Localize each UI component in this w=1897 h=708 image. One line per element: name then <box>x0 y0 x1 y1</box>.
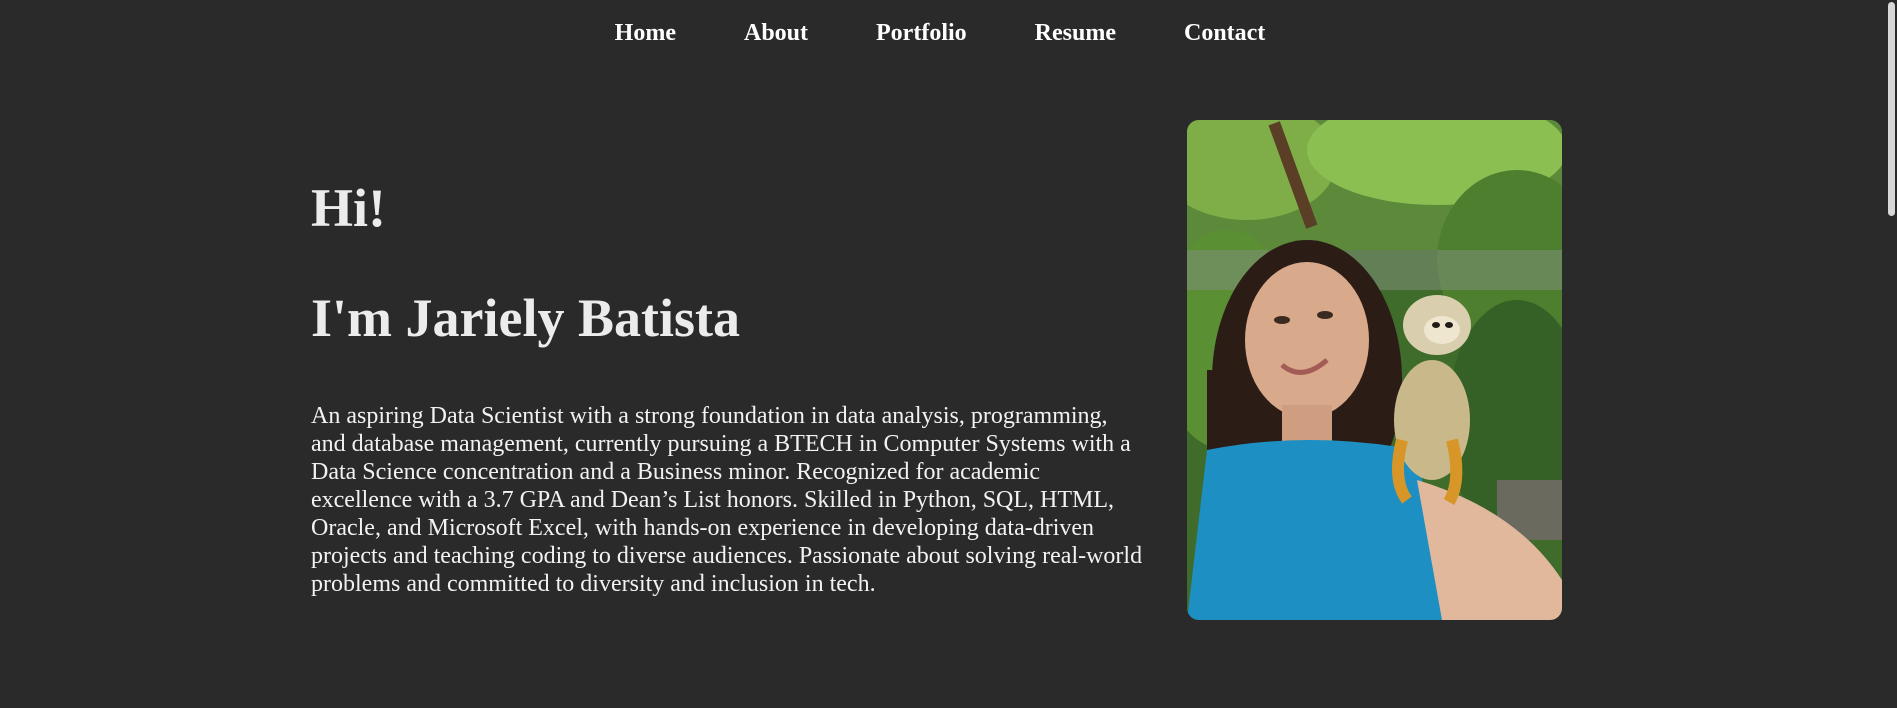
top-navigation: Home About Portfolio Resume Contact <box>0 14 1880 52</box>
nav-link-about[interactable]: About <box>744 14 808 52</box>
greeting-heading: Hi! <box>311 178 386 238</box>
page: Home About Portfolio Resume Contact Hi! … <box>0 0 1897 708</box>
bio-paragraph: An aspiring Data Scientist with a strong… <box>311 403 1143 597</box>
nav-link-contact[interactable]: Contact <box>1184 14 1265 52</box>
profile-photo-illustration <box>1187 120 1562 620</box>
hero-section: Hi! I'm Jariely Batista An aspiring Data… <box>311 170 1151 598</box>
name-heading: I'm Jariely Batista <box>311 288 740 348</box>
nav-link-home[interactable]: Home <box>615 14 676 52</box>
profile-photo <box>1187 120 1562 620</box>
scrollbar-track[interactable] <box>1883 0 1897 708</box>
scrollbar-thumb[interactable] <box>1888 2 1895 216</box>
nav-link-portfolio[interactable]: Portfolio <box>876 14 967 52</box>
nav-link-resume[interactable]: Resume <box>1035 14 1116 52</box>
